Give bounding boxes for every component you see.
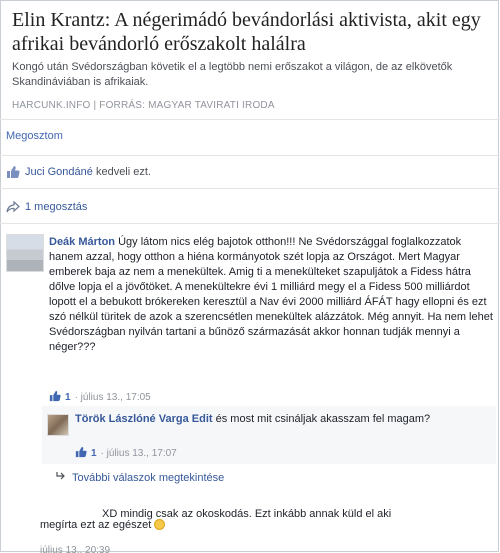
shared-link-card[interactable]: Elin Krantz: A négerimádó bevándorlási a… [4,4,494,116]
share-arrow-icon [6,200,20,214]
more-replies-link[interactable]: További válaszok megtekintése [55,471,224,484]
divider [0,119,500,120]
link-source: HARCUNK.INFO | FORRÁS: MAGYAR TAVIRATI I… [12,100,275,111]
like-count[interactable]: 1 [91,448,97,459]
comment-author[interactable]: Deák Márton [49,236,115,248]
reply-body: Török Lászlóné Varga Edit és most mit cs… [75,412,490,427]
thumbs-up-icon [49,390,61,405]
reply-text: és most mit csináljak akasszam fel magam… [215,413,431,425]
divider [0,223,500,224]
thumbs-up-icon [75,446,87,461]
comment-meta: 1 · július 13., 17:05 [49,390,151,405]
avatar[interactable] [47,414,69,436]
comment-body: Deák Márton Úgy látom nics elég bajotok … [49,235,495,355]
divider [0,188,500,189]
like-count[interactable]: 1 [65,392,71,403]
reply-author[interactable]: Török Lászlóné Varga Edit [75,413,213,425]
shares-count[interactable]: 1 megosztás [25,201,87,213]
share-button[interactable]: Megosztom [6,130,63,142]
comment-body: XD mindig csak az okoskodás. Ezt inkább … [40,508,490,533]
likes-text: kedveli ezt. [95,166,151,178]
comment-text-line1: XD mindig csak az okoskodás. Ezt inkább … [102,508,392,520]
comment-timestamp[interactable]: július 13., 17:05 [81,392,151,403]
comment-text: Úgy látom nics elég bajotok otthon!!! Ne… [49,236,493,353]
link-description: Kongó után Svédországban követik el a le… [12,61,453,88]
avatar[interactable] [6,234,44,272]
liker-name[interactable]: Juci Gondáné [25,166,93,178]
reply-timestamp[interactable]: július 13., 17:07 [107,448,177,459]
thumbs-up-icon [6,165,20,179]
reply-arrow-icon [55,471,67,484]
more-replies-label[interactable]: További válaszok megtekintése [72,472,224,484]
link-title[interactable]: Elin Krantz: A négerimádó bevándorlási a… [12,8,487,56]
reply-meta: 1 · július 13., 17:07 [75,446,177,461]
likes-row: Juci Gondáné kedveli ezt. [6,165,151,179]
comment-timestamp[interactable]: július 13., 20:39 [40,545,110,553]
divider [0,155,500,156]
shares-row[interactable]: 1 megosztás [6,200,87,214]
